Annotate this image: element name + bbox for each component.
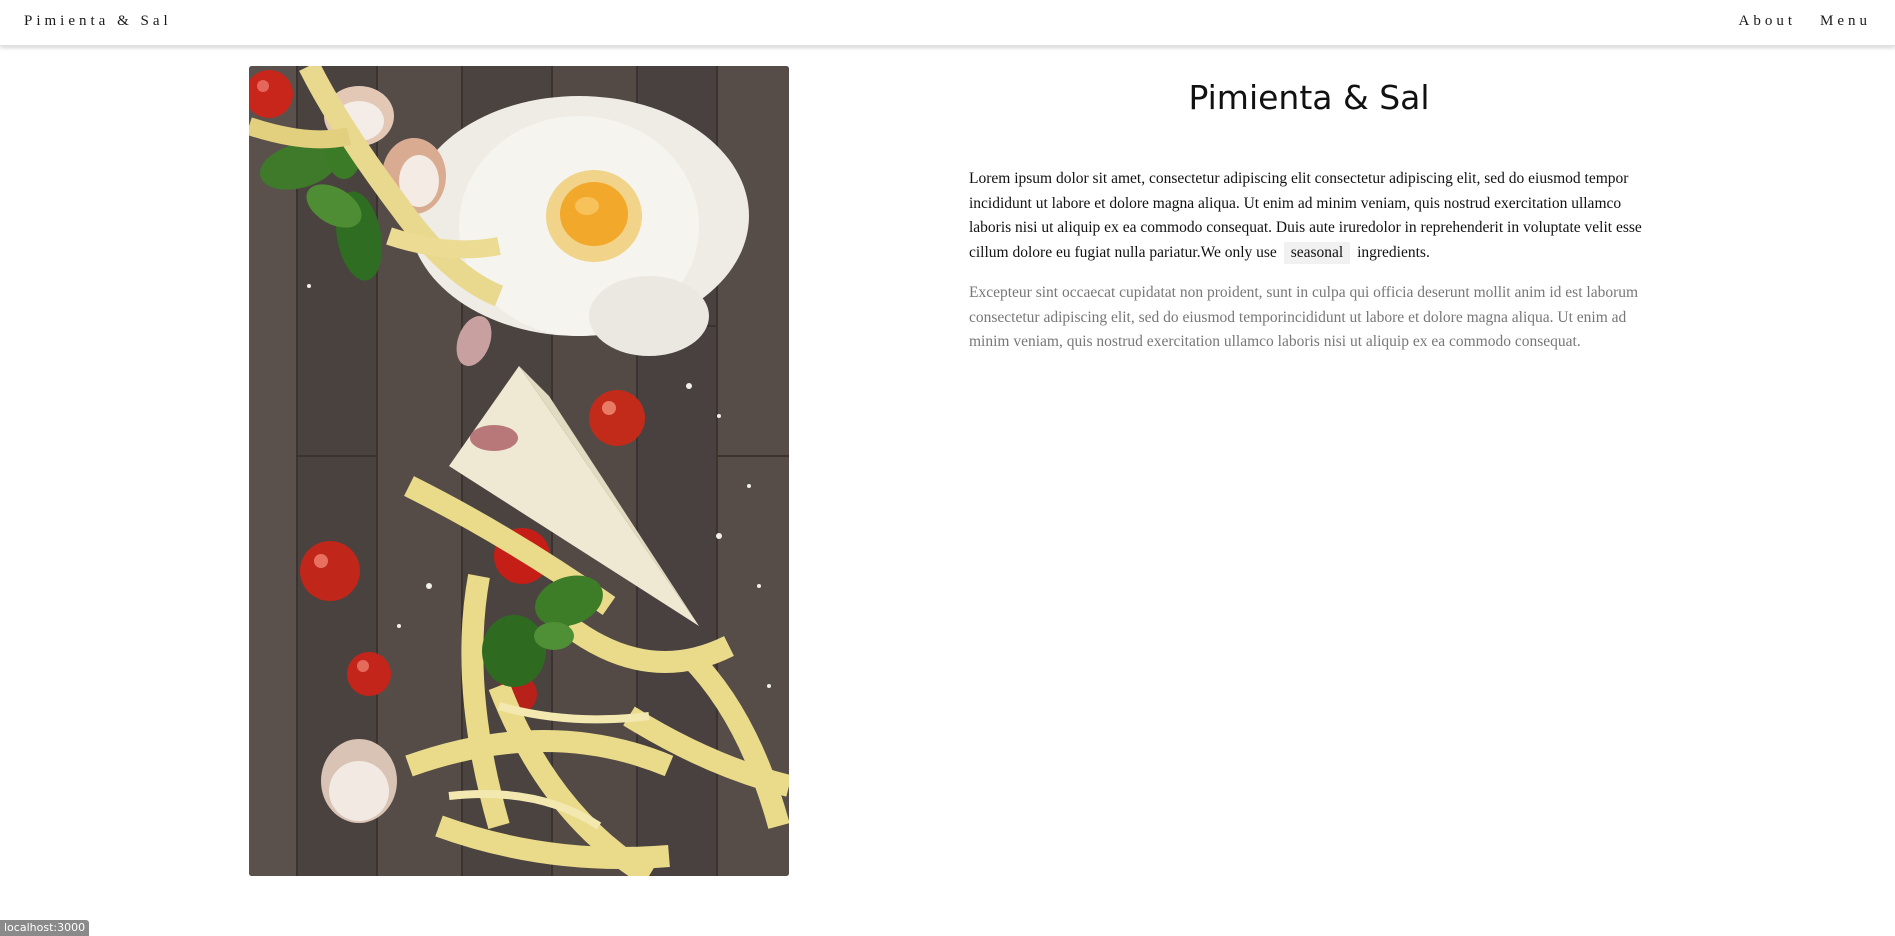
brand-link[interactable]: Pimienta & Sal xyxy=(24,13,172,30)
hero-image xyxy=(249,66,789,876)
main-nav: About Menu xyxy=(1739,13,1872,30)
page-title: Pimienta & Sal xyxy=(1188,78,1430,117)
secondary-paragraph: Excepteur sint occaecat cupidatat non pr… xyxy=(969,284,1639,350)
about-section: Pimienta & Sal Lorem ipsum dolor sit ame… xyxy=(969,78,1649,355)
nav-link-about[interactable]: About xyxy=(1739,13,1797,30)
intro-paragraph: Lorem ipsum dolor sit amet, consectetur … xyxy=(969,167,1649,265)
seasonal-tag: seasonal xyxy=(1283,241,1351,264)
nav-link-menu[interactable]: Menu xyxy=(1820,13,1871,30)
top-navbar: Pimienta & Sal About Menu xyxy=(0,0,1895,46)
intro-suffix: ingredients. xyxy=(1357,243,1430,261)
status-bar-url: localhost:3000 xyxy=(0,920,90,936)
